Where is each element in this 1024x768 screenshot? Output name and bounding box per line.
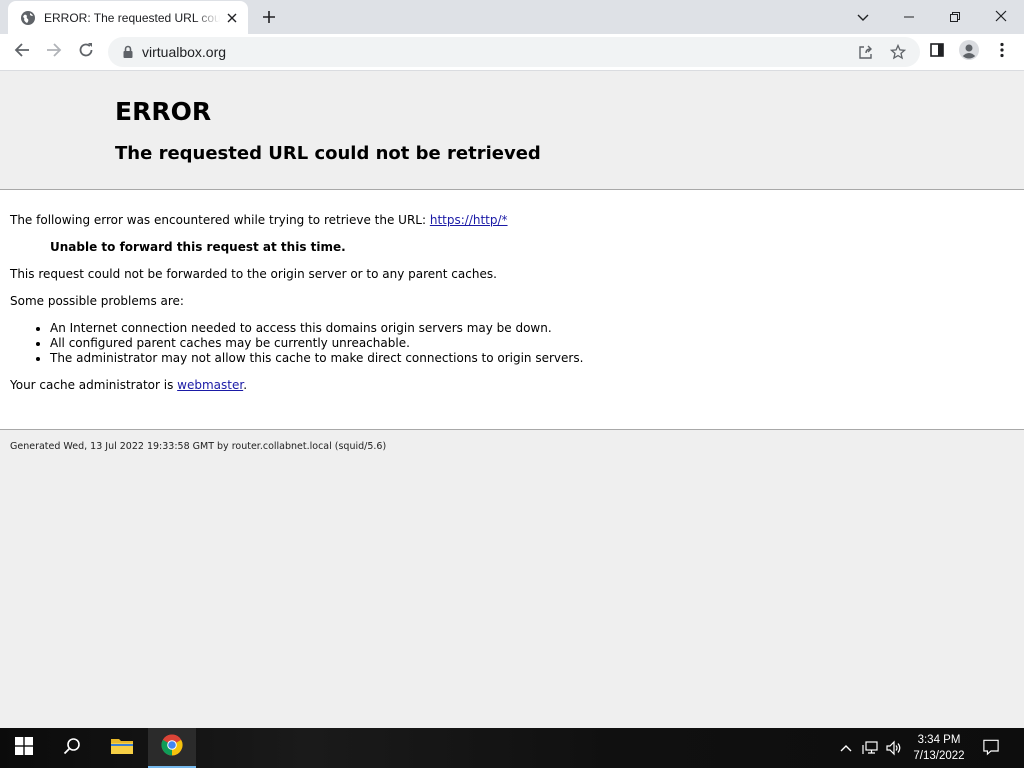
list-item: All configured parent caches may be curr…: [35, 336, 583, 351]
search-icon: [63, 737, 81, 759]
admin-line: Your cache administrator is webmaster.: [10, 378, 247, 392]
webmaster-link[interactable]: webmaster: [177, 378, 243, 392]
clock-date: 7/13/2022: [913, 750, 965, 762]
chevron-up-icon[interactable]: [838, 740, 854, 756]
star-icon[interactable]: [888, 42, 908, 62]
back-button[interactable]: [8, 38, 36, 66]
list-item: The administrator may not allow this cac…: [35, 351, 584, 365]
error-header: ERROR The requested URL could not be ret…: [0, 71, 1024, 190]
profile-icon: [959, 40, 979, 64]
plus-icon[interactable]: [258, 6, 280, 28]
chrome-taskbar-button[interactable]: [148, 728, 196, 768]
problems-intro: Some possible problems are:: [10, 294, 184, 308]
generated-footer: Generated Wed, 13 Jul 2022 19:33:58 GMT …: [10, 441, 387, 452]
restore-icon: [950, 7, 960, 26]
list-item: An Internet connection needed to access …: [35, 321, 583, 336]
close-icon: [995, 7, 1007, 26]
start-button[interactable]: [0, 728, 48, 768]
close-icon[interactable]: [224, 10, 240, 26]
profile-button[interactable]: [955, 38, 983, 66]
notification-icon[interactable]: [983, 739, 999, 756]
search-button[interactable]: [48, 728, 96, 768]
error-content: The following error was encountered whil…: [0, 190, 1024, 430]
error-message: Unable to forward this request at this t…: [50, 240, 346, 254]
speaker-icon[interactable]: [886, 740, 902, 756]
tab-strip: ERROR: The requested URL could not be re…: [0, 0, 1024, 34]
taskbar: 3:34 PM 7/13/2022: [0, 728, 1024, 768]
menu-button[interactable]: [988, 38, 1016, 66]
address-bar[interactable]: virtualbox.org: [108, 37, 920, 67]
requested-url-link[interactable]: https://http/*: [430, 213, 508, 227]
back-arrow-icon: [14, 42, 30, 62]
file-explorer-button[interactable]: [98, 728, 146, 768]
windows-logo-icon: [15, 737, 33, 759]
chrome-icon: [161, 734, 183, 760]
admin-suffix: .: [243, 378, 248, 392]
network-icon[interactable]: [862, 740, 878, 756]
browser-tab-active[interactable]: ERROR: The requested URL could not be re…: [8, 1, 248, 34]
share-icon[interactable]: [856, 42, 876, 62]
admin-text: Your cache administrator is: [10, 378, 178, 392]
explanation-text: This request could not be forwarded to t…: [10, 267, 497, 281]
page-subtitle: The requested URL could not be retrieved: [115, 143, 541, 164]
intro-line: The following error was encountered whil…: [10, 213, 508, 227]
kebab-menu-icon: [1000, 42, 1004, 62]
url-text[interactable]: virtualbox.org: [142, 44, 226, 60]
side-panel-button[interactable]: [923, 38, 951, 66]
problems-list: An Internet connection needed to access …: [35, 321, 584, 366]
side-panel-icon: [929, 42, 945, 62]
close-window-button[interactable]: [978, 0, 1024, 32]
folder-icon: [110, 736, 134, 760]
reload-icon: [78, 42, 94, 62]
minimize-button[interactable]: [886, 0, 932, 32]
forward-button[interactable]: [40, 38, 68, 66]
browser-toolbar: virtualbox.org: [0, 34, 1024, 71]
page-title: ERROR: [115, 97, 212, 126]
lock-icon[interactable]: [120, 44, 136, 60]
page-viewport: ERROR The requested URL could not be ret…: [0, 71, 1024, 728]
chevron-down-icon: [857, 7, 869, 26]
taskbar-clock[interactable]: 3:34 PM 7/13/2022: [905, 732, 973, 764]
restore-button[interactable]: [932, 0, 978, 32]
intro-text: The following error was encountered whil…: [10, 213, 430, 227]
globe-icon: [20, 10, 36, 26]
clock-time: 3:34 PM: [917, 734, 961, 746]
reload-button[interactable]: [72, 38, 100, 66]
tab-search-button[interactable]: [840, 0, 886, 32]
tab-title: ERROR: The requested URL could not be re…: [44, 10, 220, 25]
forward-arrow-icon: [46, 42, 62, 62]
minimize-icon: [904, 7, 914, 26]
